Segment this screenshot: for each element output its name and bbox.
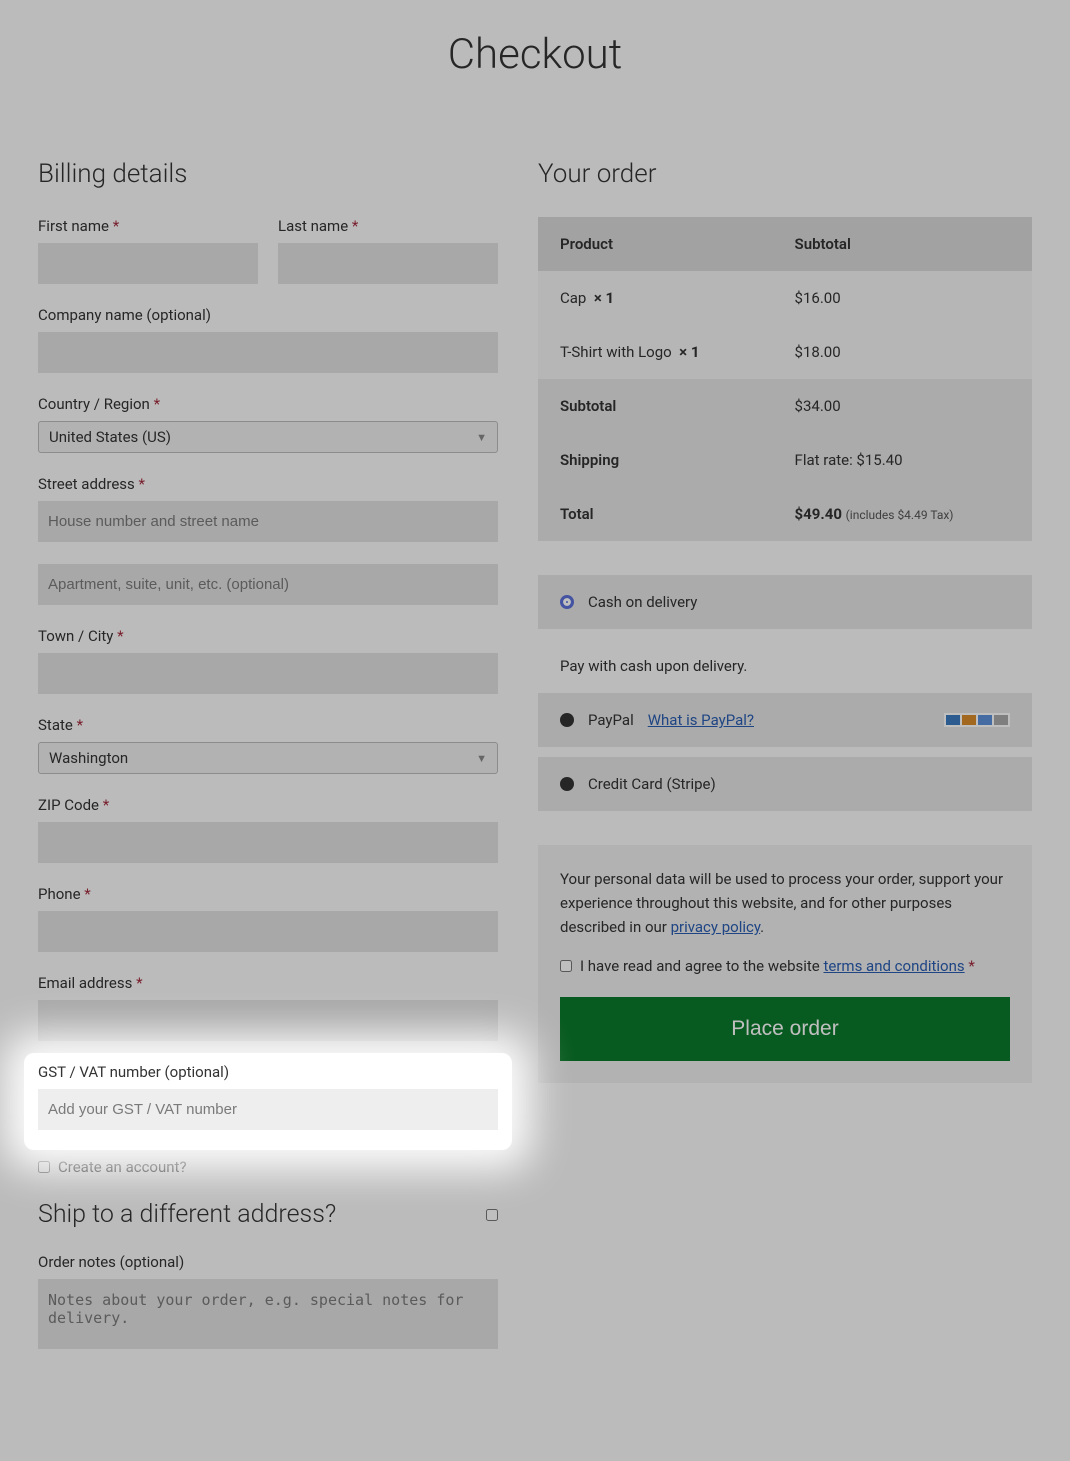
street2-input[interactable] — [38, 564, 498, 605]
subtotal-value: $34.00 — [773, 379, 1032, 433]
phone-label: Phone * — [38, 885, 498, 903]
zip-input[interactable] — [38, 822, 498, 863]
place-order-button[interactable]: Place order — [560, 997, 1010, 1061]
order-heading: Your order — [538, 159, 1032, 189]
table-row: Cap × 1 $16.00 — [538, 271, 1032, 325]
privacy-policy-link[interactable]: privacy policy — [671, 918, 761, 936]
ship-different-checkbox[interactable] — [486, 1209, 498, 1221]
order-notes-textarea[interactable] — [38, 1279, 498, 1349]
gst-input[interactable] — [38, 1089, 498, 1130]
last-name-input[interactable] — [278, 243, 498, 284]
first-name-input[interactable] — [38, 243, 258, 284]
radio-icon — [560, 713, 574, 727]
order-col-subtotal: Subtotal — [773, 217, 1032, 271]
subtotal-label: Subtotal — [538, 379, 773, 433]
zip-label: ZIP Code * — [38, 796, 498, 814]
last-name-label: Last name * — [278, 217, 498, 235]
order-table: Product Subtotal Cap × 1 $16.00 T-Shirt … — [538, 217, 1032, 541]
payment-paypal-label: PayPal — [588, 711, 634, 729]
terms-link[interactable]: terms and conditions — [823, 957, 964, 975]
terms-checkbox[interactable] — [560, 960, 572, 972]
state-value: Washington — [49, 749, 128, 767]
state-select[interactable]: Washington ▼ — [38, 742, 498, 774]
chevron-down-icon: ▼ — [476, 752, 487, 765]
first-name-label: First name * — [38, 217, 258, 235]
shipping-value: Flat rate: $15.40 — [773, 433, 1032, 487]
radio-icon — [560, 777, 574, 791]
order-notes-label: Order notes (optional) — [38, 1253, 498, 1271]
payment-option-paypal[interactable]: PayPal What is PayPal? — [538, 693, 1032, 747]
page-title: Checkout — [38, 30, 1032, 79]
country-value: United States (US) — [49, 428, 171, 446]
payment-card-icons — [944, 713, 1010, 727]
billing-heading: Billing details — [38, 159, 498, 189]
payment-cod-desc: Pay with cash upon delivery. — [538, 639, 1032, 693]
total-label: Total — [538, 487, 773, 541]
chevron-down-icon: ▼ — [476, 431, 487, 444]
order-col-product: Product — [538, 217, 773, 271]
total-value: $49.40 (includes $4.49 Tax) — [773, 487, 1032, 541]
table-row: T-Shirt with Logo × 1 $18.00 — [538, 325, 1032, 379]
what-is-paypal-link[interactable]: What is PayPal? — [648, 711, 754, 729]
company-input[interactable] — [38, 332, 498, 373]
country-label: Country / Region * — [38, 395, 498, 413]
gst-label: GST / VAT number (optional) — [38, 1063, 498, 1081]
radio-selected-icon — [560, 595, 574, 609]
create-account-checkbox[interactable] — [38, 1161, 50, 1173]
terms-label: I have read and agree to the website ter… — [580, 957, 975, 975]
payment-cod-label: Cash on delivery — [588, 593, 697, 611]
email-input[interactable] — [38, 1000, 498, 1041]
country-select[interactable]: United States (US) ▼ — [38, 421, 498, 453]
privacy-text: Your personal data will be used to proce… — [560, 867, 1010, 939]
shipping-label: Shipping — [538, 433, 773, 487]
email-label: Email address * — [38, 974, 498, 992]
street1-input[interactable] — [38, 501, 498, 542]
state-label: State * — [38, 716, 498, 734]
create-account-label: Create an account? — [58, 1158, 187, 1176]
payment-stripe-label: Credit Card (Stripe) — [588, 775, 716, 793]
company-label: Company name (optional) — [38, 306, 498, 324]
phone-input[interactable] — [38, 911, 498, 952]
payment-option-cod[interactable]: Cash on delivery — [538, 575, 1032, 629]
street-label: Street address * — [38, 475, 498, 493]
city-input[interactable] — [38, 653, 498, 694]
ship-different-heading: Ship to a different address? — [38, 1200, 336, 1229]
city-label: Town / City * — [38, 627, 498, 645]
payment-option-stripe[interactable]: Credit Card (Stripe) — [538, 757, 1032, 811]
